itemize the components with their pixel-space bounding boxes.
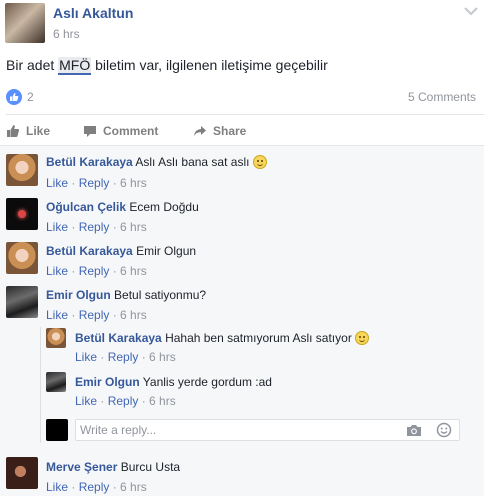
reply-like-link[interactable]: Like	[75, 394, 97, 408]
reply-text: Yanlis yerde gordum :ad	[142, 375, 272, 389]
smiley-icon[interactable]	[436, 422, 452, 438]
post-timestamp[interactable]: 6 hrs	[53, 27, 80, 41]
comment-like-link[interactable]: Like	[46, 264, 68, 278]
reply-thread-line	[40, 327, 41, 443]
like-count-number: 2	[27, 90, 34, 104]
reply-time[interactable]: 6 hrs	[149, 350, 176, 364]
share-button[interactable]: Share	[193, 123, 246, 139]
current-user-avatar	[46, 419, 68, 441]
comment-like-link[interactable]: Like	[46, 480, 68, 494]
comment-text[interactable]: Ecem Doğdu	[129, 200, 198, 214]
comment-meta: Like · Reply · 6 hrs	[46, 176, 147, 190]
post-author-name[interactable]: Aslı Akaltun	[53, 5, 133, 21]
smiley-emoji-icon	[252, 155, 267, 169]
comment-reply-link[interactable]: Reply	[79, 176, 110, 190]
reply-avatar[interactable]	[46, 372, 66, 392]
comment-author[interactable]: Betül Karakaya	[46, 244, 133, 258]
comment-text[interactable]: Emir Olgun	[136, 244, 196, 258]
post-author-avatar[interactable]	[5, 3, 45, 43]
comment-reply-link[interactable]: Reply	[79, 308, 110, 322]
comment-time[interactable]: 6 hrs	[120, 264, 147, 278]
reply-input[interactable]	[80, 423, 400, 437]
comment-time[interactable]: 6 hrs	[120, 176, 147, 190]
comment-meta: Like · Reply · 6 hrs	[46, 220, 147, 234]
comment-text: Betul satiyonmu?	[114, 288, 207, 302]
comments-count[interactable]: 5 Comments	[408, 90, 476, 104]
reply-box[interactable]	[75, 419, 460, 441]
reply-meta: Like · Reply · 6 hrs	[75, 350, 176, 364]
smiley-emoji-icon	[355, 331, 370, 345]
thumbs-up-icon	[7, 125, 20, 137]
comment-avatar[interactable]	[6, 198, 38, 230]
post-text-after: biletim var, ilgilenen iletişime geçebil…	[91, 57, 328, 73]
divider	[0, 145, 484, 146]
reply-avatar[interactable]	[46, 328, 66, 348]
comment-author[interactable]: Oğulcan Çelik	[46, 200, 126, 214]
comment-avatar[interactable]	[6, 242, 38, 274]
comment-body: Betül Karakaya Aslı Aslı bana sat aslı	[46, 155, 267, 169]
reply-reply-link[interactable]: Reply	[108, 350, 139, 364]
comment-icon	[84, 125, 96, 137]
camera-icon[interactable]	[406, 423, 422, 437]
post-text-before: Bir adet	[6, 57, 59, 73]
share-icon	[194, 126, 206, 136]
reply-body: Betül Karakaya Hahah ben satmıyorum Aslı…	[75, 331, 370, 345]
post-text: Bir adet MFÖ biletim var, ilgilenen ilet…	[6, 57, 328, 75]
comment-button-label: Comment	[103, 124, 159, 138]
comment-time[interactable]: 6 hrs	[120, 480, 147, 494]
comment-button[interactable]: Comment	[83, 123, 158, 139]
divider	[6, 114, 484, 115]
comment-avatar[interactable]	[6, 457, 38, 489]
comment-text[interactable]: Burcu Usta	[121, 460, 180, 474]
comment-avatar[interactable]	[6, 286, 38, 318]
comment-author[interactable]: Betül Karakaya	[46, 155, 133, 169]
reply-author[interactable]: Emir Olgun	[75, 375, 140, 389]
like-count[interactable]: 2	[6, 89, 34, 105]
comment-body: Emir Olgun Betul satiyonmu?	[46, 288, 206, 302]
chevron-down-icon[interactable]	[464, 6, 478, 16]
comment-text: Aslı Aslı bana sat aslı	[135, 155, 250, 169]
comment-body: Merve Şener Burcu Usta	[46, 460, 180, 474]
comment-time[interactable]: 6 hrs	[120, 308, 147, 322]
comment-reply-link[interactable]: Reply	[79, 220, 110, 234]
like-button[interactable]: Like	[6, 123, 50, 139]
reply-time[interactable]: 6 hrs	[149, 394, 176, 408]
like-button-label: Like	[26, 124, 51, 138]
comment-like-link[interactable]: Like	[46, 220, 68, 234]
reply-meta: Like · Reply · 6 hrs	[75, 394, 176, 408]
comment-avatar[interactable]	[6, 154, 38, 186]
reply-body: Emir Olgun Yanlis yerde gordum :ad	[75, 375, 272, 389]
comment-reply-link[interactable]: Reply	[79, 264, 110, 278]
reply-text: Hahah ben satmıyorum Aslı satıyor	[165, 331, 352, 345]
comment-body: Betül Karakaya Emir Olgun	[46, 244, 196, 258]
reply-reply-link[interactable]: Reply	[108, 394, 139, 408]
comment-meta: Like · Reply · 6 hrs	[46, 264, 147, 278]
comment-meta: Like · Reply · 6 hrs	[46, 308, 147, 322]
post-tag[interactable]: MFÖ	[58, 57, 92, 75]
comment-time[interactable]: 6 hrs	[120, 220, 147, 234]
comment-meta: Like · Reply · 6 hrs	[46, 480, 147, 494]
comment-author[interactable]: Merve Şener	[46, 460, 117, 474]
reply-author[interactable]: Betül Karakaya	[75, 331, 162, 345]
comment-reply-link[interactable]: Reply	[79, 480, 110, 494]
reply-like-link[interactable]: Like	[75, 350, 97, 364]
comment-like-link[interactable]: Like	[46, 176, 68, 190]
comment-author[interactable]: Emir Olgun	[46, 288, 111, 302]
comment-body: Oğulcan Çelik Ecem Doğdu	[46, 200, 199, 214]
thumbs-up-icon	[6, 89, 22, 105]
share-button-label: Share	[213, 124, 247, 138]
comment-like-link[interactable]: Like	[46, 308, 68, 322]
